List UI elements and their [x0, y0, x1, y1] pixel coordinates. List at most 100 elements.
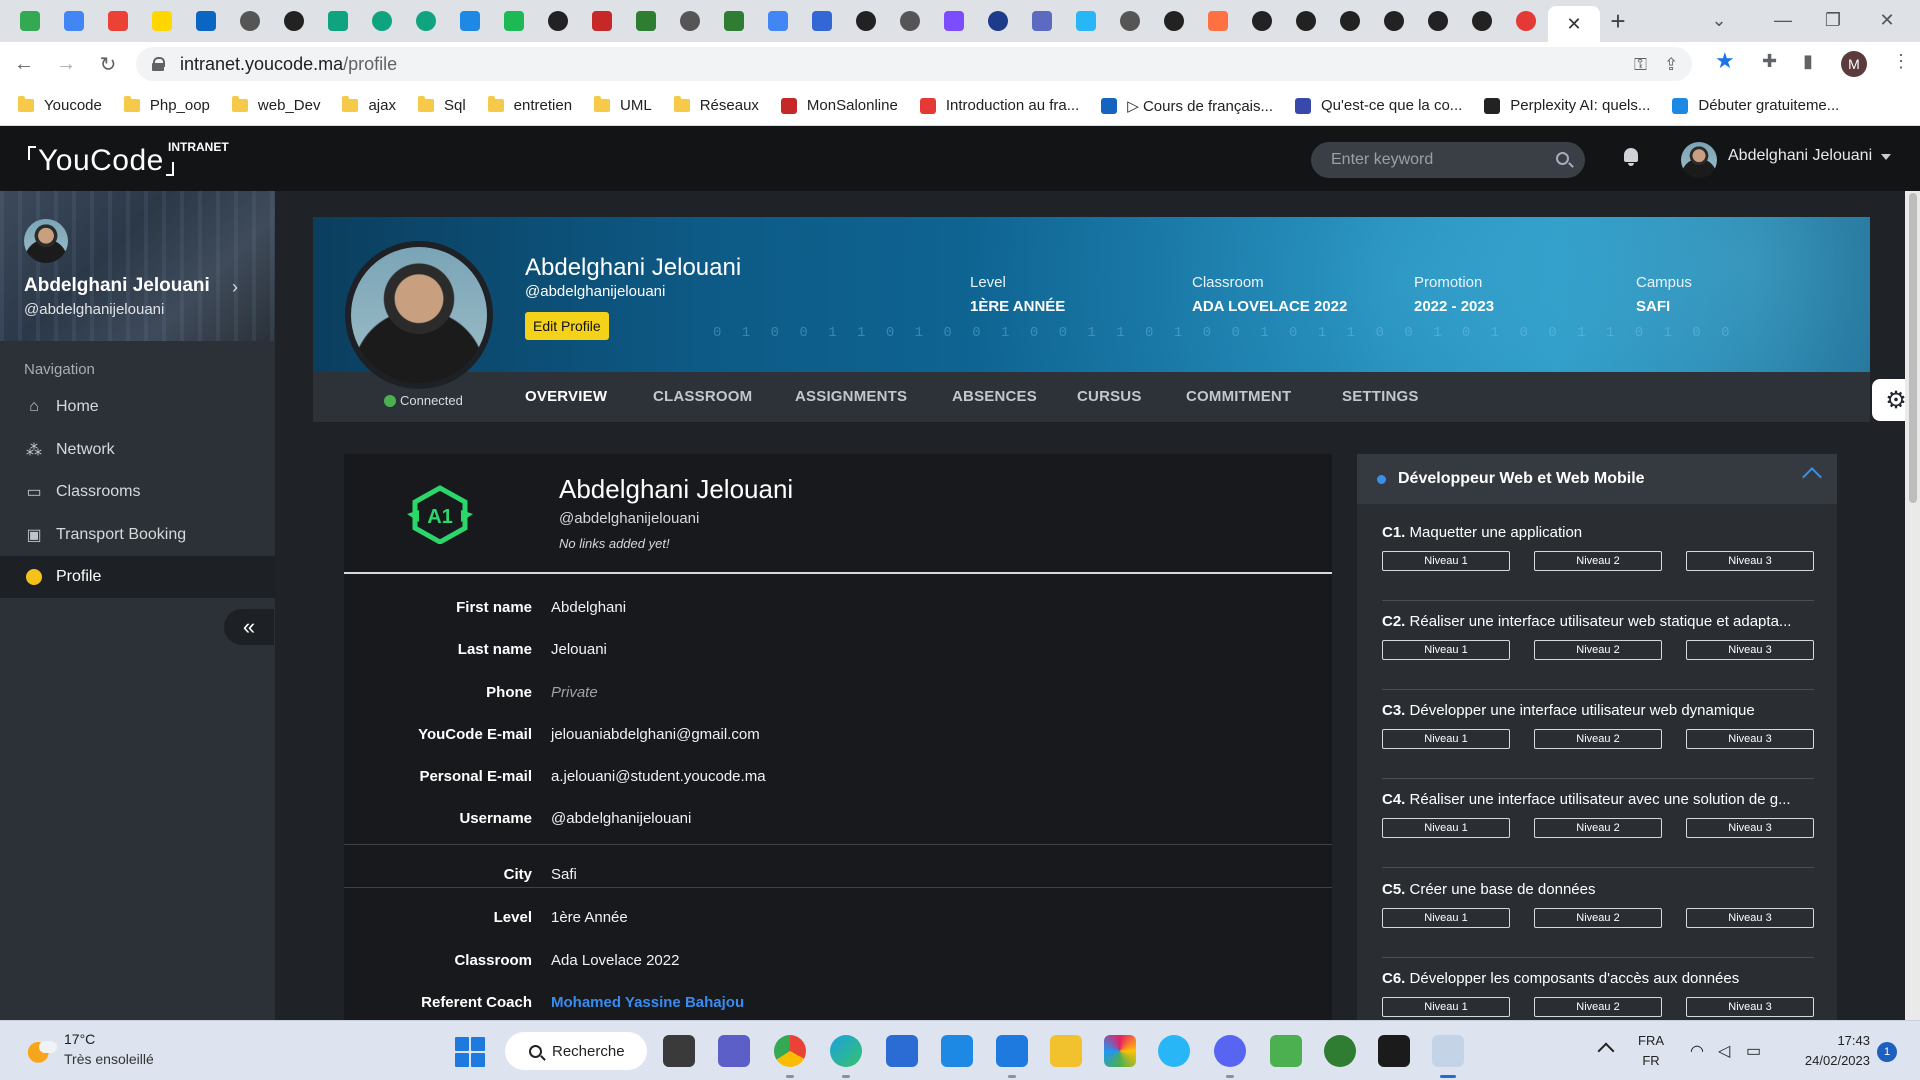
bookmark-link[interactable]: Qu'est-ce que la co... [1295, 97, 1462, 114]
forward-icon[interactable]: → [48, 46, 84, 82]
bookmark-link[interactable]: ▷ Cours de français... [1101, 97, 1273, 115]
bookmark-star-icon[interactable]: ★ [1715, 48, 1735, 74]
browser-tab[interactable] [272, 4, 316, 38]
level-button[interactable]: Niveau 2 [1534, 551, 1662, 571]
store-icon[interactable] [886, 1035, 918, 1067]
search-icon[interactable] [1556, 152, 1569, 165]
header-avatar[interactable] [1681, 142, 1717, 178]
browser-tab[interactable] [448, 4, 492, 38]
browser-tab[interactable] [1284, 4, 1328, 38]
level-button[interactable]: Niveau 1 [1382, 818, 1510, 838]
browser-tab[interactable] [228, 4, 272, 38]
browser-tab[interactable] [1020, 4, 1064, 38]
browser-tab[interactable] [8, 4, 52, 38]
level-button[interactable]: Niveau 1 [1382, 997, 1510, 1017]
tab-absences[interactable]: ABSENCES [952, 388, 1037, 405]
hs-icon[interactable] [1324, 1035, 1356, 1067]
bookmark-folder[interactable]: web_Dev [231, 96, 320, 114]
level-button[interactable]: Niveau 2 [1534, 818, 1662, 838]
sidebar-item-transport-booking[interactable]: ▣ Transport Booking [0, 514, 275, 556]
browser-tab[interactable] [536, 4, 580, 38]
new-tab-button[interactable]: + [1600, 6, 1636, 37]
weather-sun-icon[interactable] [27, 1037, 57, 1065]
browser-tab[interactable] [1240, 4, 1284, 38]
level-button[interactable]: Niveau 1 [1382, 729, 1510, 749]
bookmark-link[interactable]: Introduction au fra... [919, 97, 1079, 114]
sidebar-item-home[interactable]: ⌂ Home [0, 386, 275, 428]
profile-avatar[interactable] [345, 241, 493, 389]
browser-tab[interactable] [888, 4, 932, 38]
browser-tab[interactable] [184, 4, 228, 38]
level-button[interactable]: Niveau 2 [1534, 640, 1662, 660]
tab-overview[interactable]: OVERVIEW [525, 388, 607, 405]
tab-search-chevron-icon[interactable]: ⌄ [1696, 0, 1742, 40]
language-indicator[interactable]: FRA FR [1638, 1031, 1664, 1071]
caret-down-icon[interactable] [1881, 154, 1891, 160]
battery-icon[interactable]: ▭ [1746, 1041, 1761, 1061]
chrome-icon[interactable] [774, 1035, 806, 1067]
browser-tab[interactable] [1108, 4, 1152, 38]
browser-tab[interactable] [800, 4, 844, 38]
level-button[interactable]: Niveau 2 [1534, 908, 1662, 928]
temperature[interactable]: 17°C [64, 1031, 95, 1047]
notification-badge[interactable]: 1 [1877, 1042, 1897, 1062]
scrollbar-thumb[interactable] [1909, 193, 1917, 503]
extensions-icon[interactable]: ✚ [1762, 51, 1777, 72]
tab-commitment[interactable]: COMMITMENT [1186, 388, 1291, 405]
tab-classroom[interactable]: CLASSROOM [653, 388, 752, 405]
browser-tab[interactable] [1460, 4, 1504, 38]
app-icon[interactable] [1270, 1035, 1302, 1067]
file-explorer-icon[interactable] [1050, 1035, 1082, 1067]
browser-tab[interactable] [492, 4, 536, 38]
browser-tab[interactable] [316, 4, 360, 38]
discord-icon[interactable] [1214, 1035, 1246, 1067]
browser-tab[interactable] [1196, 4, 1240, 38]
bookmark-folder[interactable]: ajax [342, 96, 396, 114]
chevron-right-icon[interactable]: › [232, 277, 238, 298]
active-tab[interactable]: ✕ [1548, 6, 1600, 42]
wifi-icon[interactable]: ◠ [1690, 1041, 1704, 1061]
figma-icon[interactable] [1378, 1035, 1410, 1067]
taskbar-search[interactable]: Recherche [505, 1032, 647, 1070]
teams-icon[interactable] [718, 1035, 750, 1067]
sidebar-item-classrooms[interactable]: ▭ Classrooms [0, 471, 275, 513]
coach-link[interactable]: Mohamed Yassine Bahajou [551, 994, 744, 1011]
browser-tab[interactable] [668, 4, 712, 38]
side-panel-icon[interactable]: ▮ [1803, 51, 1813, 72]
restore-icon[interactable]: ❐ [1810, 0, 1856, 40]
browser-tab[interactable] [756, 4, 800, 38]
reload-icon[interactable]: ↻ [90, 46, 126, 82]
browser-tab[interactable] [1328, 4, 1372, 38]
browser-tab[interactable] [844, 4, 888, 38]
bookmark-link[interactable]: Débuter gratuiteme... [1672, 97, 1839, 114]
app-icon[interactable] [1158, 1035, 1190, 1067]
weather-description[interactable]: Très ensoleillé [64, 1051, 154, 1067]
menu-kebab-icon[interactable]: ⋮ [1892, 51, 1910, 72]
header-user-name[interactable]: Abdelghani Jelouani [1728, 147, 1872, 165]
level-button[interactable]: Niveau 2 [1534, 997, 1662, 1017]
browser-tab[interactable] [1064, 4, 1108, 38]
browser-tab[interactable] [1504, 4, 1548, 38]
browser-tab[interactable] [580, 4, 624, 38]
browser-tab[interactable] [712, 4, 756, 38]
skills-panel-header[interactable]: Développeur Web et Web Mobile [1357, 454, 1837, 504]
windows-start-icon[interactable] [455, 1037, 485, 1067]
field-value[interactable]: a.jelouani@student.youcode.ma [551, 768, 766, 785]
mail-icon[interactable] [941, 1035, 973, 1067]
bookmark-folder[interactable]: UML [594, 96, 652, 114]
tray-chevron-up-icon[interactable] [1597, 1042, 1615, 1060]
volume-icon[interactable]: ◁ [1718, 1041, 1730, 1061]
level-button[interactable]: Niveau 1 [1382, 908, 1510, 928]
sidebar-item-network[interactable]: ⁂ Network [0, 429, 275, 471]
bookmark-folder[interactable]: Php_oop [123, 96, 210, 114]
browser-tab[interactable] [976, 4, 1020, 38]
close-window-icon[interactable]: ✕ [1864, 0, 1910, 40]
browser-tab[interactable] [96, 4, 140, 38]
task-view-icon[interactable] [663, 1035, 695, 1067]
level-button[interactable]: Niveau 3 [1686, 908, 1814, 928]
bookmark-folder[interactable]: Sql [417, 96, 466, 114]
bookmark-link[interactable]: Perplexity AI: quels... [1484, 97, 1650, 114]
browser-tab[interactable] [52, 4, 96, 38]
browser-tab[interactable] [1416, 4, 1460, 38]
level-button[interactable]: Niveau 2 [1534, 729, 1662, 749]
